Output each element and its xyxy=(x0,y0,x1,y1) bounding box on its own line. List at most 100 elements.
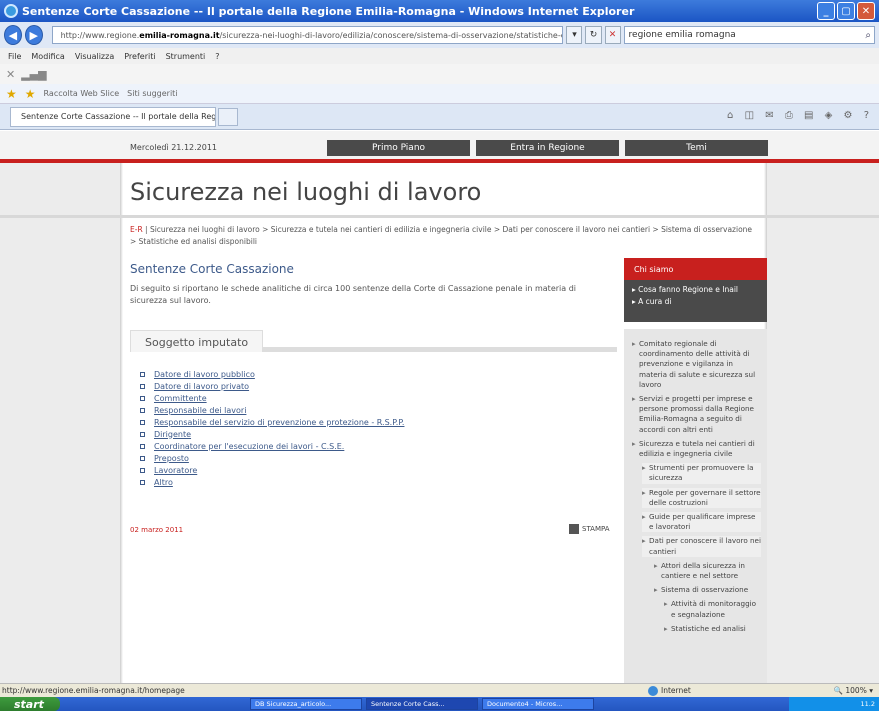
search-icon[interactable]: ⌕ xyxy=(865,30,871,41)
ie-logo-icon xyxy=(4,4,18,18)
search-value: regione emilia romagna xyxy=(628,30,736,40)
help-icon[interactable]: ? xyxy=(864,110,873,121)
right-nav-subitem[interactable]: Attività di monitoraggio e segnalazione xyxy=(664,599,761,619)
address-dropdown-button[interactable]: ▾ xyxy=(566,26,583,44)
new-tab-button[interactable] xyxy=(218,107,238,126)
right-nav-subitem[interactable]: Regole per governare il settore delle co… xyxy=(642,487,761,509)
favorites-star-icon[interactable]: ★ xyxy=(6,87,17,101)
safety-menu-icon[interactable]: ◈ xyxy=(825,110,837,121)
list-item[interactable]: Datore di lavoro pubblico xyxy=(140,368,404,380)
command-bar: ⌂ ◫ ✉ ⎙ ▤ ◈ ⚙ ? xyxy=(727,110,873,121)
close-button[interactable]: ✕ xyxy=(857,2,875,20)
menu-tools[interactable]: Strumenti xyxy=(166,52,206,61)
list-item[interactable]: Altro xyxy=(140,476,404,488)
title-divider xyxy=(0,215,879,218)
subject-heading-label: Soggetto imputato xyxy=(130,330,264,352)
toolbar-close-icon[interactable]: ✕ xyxy=(6,68,15,81)
list-item[interactable]: Dirigente xyxy=(140,428,404,440)
print-button[interactable]: STAMPA xyxy=(569,524,610,534)
publication-date: 02 marzo 2011 xyxy=(130,526,184,534)
list-item[interactable]: Responsabile dei lavori xyxy=(140,404,404,416)
home-icon[interactable]: ⌂ xyxy=(727,110,737,121)
chi-siamo-box: ▸ Cosa fanno Regione e Inail ▸ A cura di xyxy=(624,280,767,322)
breadcrumb-path[interactable]: | Sicurezza nei luoghi di lavoro > Sicur… xyxy=(130,225,752,246)
section-title: Sentenze Corte Cassazione xyxy=(130,262,294,276)
list-item[interactable]: Lavoratore xyxy=(140,464,404,476)
tools-menu-icon[interactable]: ⚙ xyxy=(844,110,857,121)
menu-favorites[interactable]: Preferiti xyxy=(124,52,155,61)
chi-link[interactable]: ▸ Cosa fanno Regione e Inail xyxy=(632,285,767,297)
stop-button[interactable]: ✕ xyxy=(604,26,621,44)
address-toolbar: ◀ ▶ http://www.regione. emilia-romagna.it… xyxy=(0,22,879,48)
nav-entra-in-regione[interactable]: Entra in Regione xyxy=(476,140,619,156)
clock: 11.2 xyxy=(860,700,875,708)
list-item[interactable]: Responsabile del servizio di prevenzione… xyxy=(140,416,404,428)
search-box[interactable]: regione emilia romagna ⌕ xyxy=(623,26,876,44)
list-item[interactable]: Committente xyxy=(140,392,404,404)
address-path: /sicurezza-nei-luoghi-di-lavoro/edilizia… xyxy=(219,30,564,40)
forward-button[interactable]: ▶ xyxy=(24,25,43,45)
suggested-sites-link[interactable]: Siti suggeriti xyxy=(127,89,177,98)
menu-view[interactable]: Visualizza xyxy=(75,52,114,61)
menu-edit[interactable]: Modifica xyxy=(31,52,64,61)
system-tray: 11.2 xyxy=(789,697,879,711)
feeds-icon[interactable]: ◫ xyxy=(745,110,758,121)
breadcrumb: E-R | Sicurezza nei luoghi di lavoro > S… xyxy=(130,224,760,248)
tab-bar: Sentenze Corte Cassazione -- Il portale … xyxy=(0,104,879,130)
intro-text: Di seguito si riportano le schede analit… xyxy=(130,284,576,305)
right-margin xyxy=(767,163,879,683)
print-icon[interactable]: ⎙ xyxy=(785,110,797,121)
list-item[interactable]: Preposto xyxy=(140,452,404,464)
address-prefix: http://www.regione. xyxy=(60,30,140,40)
menu-help[interactable]: ? xyxy=(215,52,219,61)
tab-active[interactable]: Sentenze Corte Cassazione -- Il portale … xyxy=(10,106,216,127)
zoom-control[interactable]: 🔍 100% ▾ xyxy=(834,686,873,695)
mail-icon[interactable]: ✉ xyxy=(765,110,777,121)
right-nav-item[interactable]: Comitato regionale di coordinamento dell… xyxy=(632,339,761,390)
left-margin xyxy=(0,163,120,683)
maximize-button[interactable]: ▢ xyxy=(837,2,855,20)
breadcrumb-home[interactable]: E-R xyxy=(130,225,143,234)
back-button[interactable]: ◀ xyxy=(4,25,22,45)
site-top-nav: Mercoledì 21.12.2011 Primo Piano Entra i… xyxy=(0,131,879,159)
nav-temi[interactable]: Temi xyxy=(625,140,768,156)
left-shadow xyxy=(120,163,123,683)
window-titlebar: Sentenze Corte Cassazione -- Il portale … xyxy=(0,0,879,22)
taskbar-item[interactable]: DB Sicurezza_articolo... xyxy=(250,698,362,710)
address-domain: emilia-romagna.it xyxy=(139,30,220,40)
taskbar-item[interactable]: Documento4 - Micros... xyxy=(482,698,594,710)
taskbar-item[interactable]: Sentenze Corte Cass... xyxy=(366,698,478,710)
right-nav-subitem[interactable]: Attori della sicurezza in cantiere e nel… xyxy=(654,561,761,581)
refresh-button[interactable]: ↻ xyxy=(585,26,602,44)
chi-link[interactable]: ▸ A cura di xyxy=(632,297,767,309)
address-bar[interactable]: http://www.regione. emilia-romagna.it/sic… xyxy=(51,26,564,44)
web-page: Mercoledì 21.12.2011 Primo Piano Entra i… xyxy=(0,131,879,683)
add-favorite-icon[interactable]: ★ xyxy=(25,87,36,101)
right-nav-subitem[interactable]: Sistema di osservazione xyxy=(654,585,761,595)
right-nav: Comitato regionale di coordinamento dell… xyxy=(624,329,767,683)
minimize-button[interactable]: _ xyxy=(817,2,835,20)
right-nav-subitem[interactable]: Strumenti per promuovere la sicurezza xyxy=(642,463,761,484)
right-nav-subitem[interactable]: Guide per qualificare imprese e lavorato… xyxy=(642,512,761,533)
right-nav-subitem[interactable]: Statistiche ed analisi xyxy=(664,624,761,634)
start-button[interactable]: start xyxy=(0,697,60,711)
chi-siamo-header: Chi siamo xyxy=(624,258,767,280)
globe-icon xyxy=(648,685,658,696)
right-nav-item[interactable]: Servizi e progetti per imprese e persone… xyxy=(632,394,761,435)
web-slice-link[interactable]: Raccolta Web Slice xyxy=(44,89,120,98)
nav-primo-piano[interactable]: Primo Piano xyxy=(327,140,470,156)
right-nav-subitem[interactable]: Dati per conoscere il lavoro nei cantier… xyxy=(642,536,761,557)
status-bar: http://www.regione.emilia-romagna.it/hom… xyxy=(0,683,879,697)
menu-file[interactable]: File xyxy=(8,52,21,61)
window-title: Sentenze Corte Cassazione -- Il portale … xyxy=(22,4,635,18)
right-nav-item[interactable]: Sicurezza e tutela nei cantieri di edili… xyxy=(632,439,761,459)
subject-heading: Soggetto imputato xyxy=(130,330,617,352)
list-item[interactable]: Datore di lavoro privato xyxy=(140,380,404,392)
page-title: Sicurezza nei luoghi di lavoro xyxy=(130,178,482,206)
list-item[interactable]: Coordinatore per l'esecuzione dei lavori… xyxy=(140,440,404,452)
page-menu-icon[interactable]: ▤ xyxy=(804,110,817,121)
secondary-toolbar: ✕ ▂▄▆ xyxy=(0,64,879,84)
status-url: http://www.regione.emilia-romagna.it/hom… xyxy=(2,686,185,695)
favorites-bar: ★ ★ Raccolta Web Slice Siti suggeriti xyxy=(0,84,879,104)
tab-label: Sentenze Corte Cassazione -- Il portale … xyxy=(21,112,216,121)
